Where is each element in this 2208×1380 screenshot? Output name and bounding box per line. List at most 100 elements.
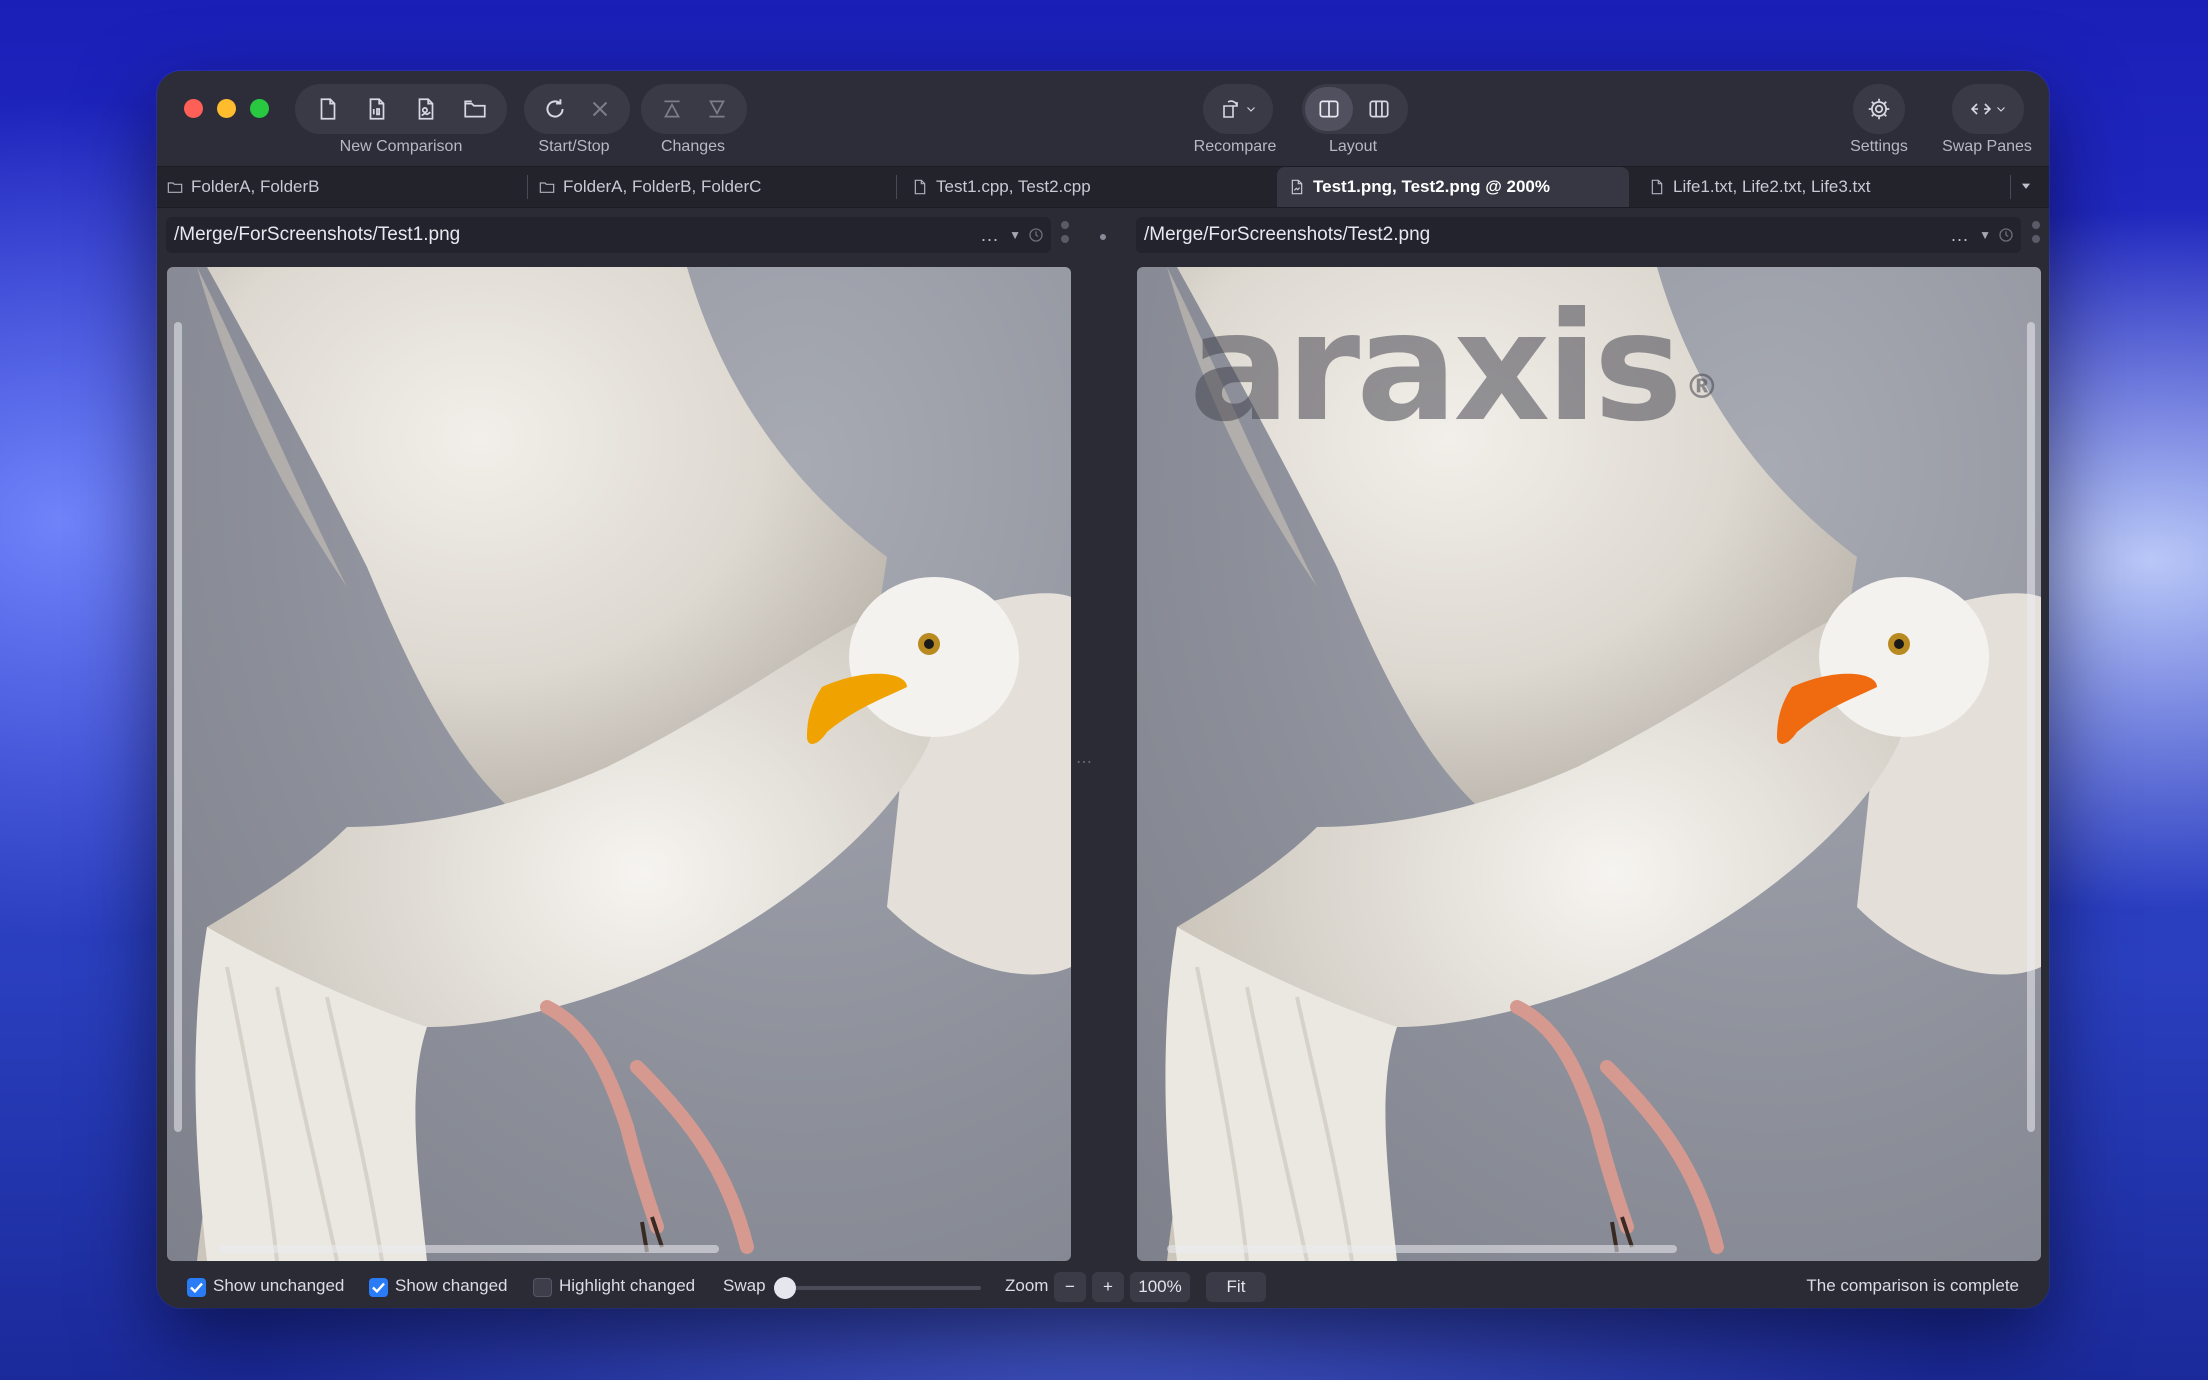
previous-change-icon (663, 100, 680, 118)
swap-icon (1970, 103, 1992, 115)
left-path-field[interactable]: /Merge/ForScreenshots/Test1.png ... ▼ (166, 217, 1051, 253)
folder-icon (167, 182, 183, 193)
tab-label: FolderA, FolderB (191, 177, 320, 196)
close-icon (592, 101, 607, 117)
swap-panes-label: Swap Panes (1942, 138, 2032, 155)
left-vertical-scrollbar[interactable] (174, 322, 182, 1132)
left-pane-grip[interactable] (1061, 221, 1071, 243)
tab-separator (896, 175, 897, 199)
gutter-handle[interactable]: ⋯ (1076, 752, 1093, 772)
tab-three-way-text-comparison[interactable]: Life1.txt, Life2.txt, Life3.txt (1639, 167, 2009, 207)
new-text-comparison-button[interactable] (303, 84, 352, 134)
tab-separator (527, 175, 528, 199)
tab-label: Test1.cpp, Test2.cpp (936, 177, 1091, 196)
two-pane-layout-icon (1319, 100, 1339, 118)
two-way-layout-button[interactable] (1305, 87, 1353, 131)
changes-group (641, 84, 747, 134)
recompare-label: Recompare (1193, 138, 1277, 155)
settings-group (1853, 84, 1905, 134)
swap-slider-knob[interactable] (774, 1277, 796, 1299)
three-way-layout-button[interactable] (1353, 84, 1405, 134)
right-pane-grip[interactable] (2032, 221, 2042, 243)
minimize-window-button[interactable] (217, 99, 236, 118)
binary-document-icon (369, 98, 384, 120)
recompare-button[interactable] (1209, 84, 1267, 134)
show-changed-label: Show changed (395, 1276, 508, 1295)
new-folder-comparison-button[interactable] (450, 84, 499, 134)
recompare-group (1203, 84, 1273, 134)
refresh-icon (545, 99, 564, 118)
app-window: New Comparison Start/Stop Changes Recomp… (157, 71, 2049, 1308)
left-browse-button[interactable]: ... (981, 225, 999, 246)
new-binary-comparison-button[interactable] (352, 84, 401, 134)
pane-divider-dot (1100, 234, 1106, 240)
pane-gutter[interactable]: ⋯ (1063, 267, 1103, 1261)
zoom-out-button[interactable]: − (1054, 1272, 1086, 1302)
swap-slider-track[interactable] (781, 1286, 981, 1290)
chevron-down-icon (1997, 107, 2005, 112)
settings-button[interactable] (1853, 84, 1905, 134)
settings-label: Settings (1850, 138, 1908, 155)
zoom-value-field[interactable]: 100% (1130, 1272, 1190, 1302)
start-stop-group (524, 84, 630, 134)
new-image-comparison-button[interactable] (401, 84, 450, 134)
gear-icon (1868, 98, 1890, 120)
right-horizontal-scrollbar[interactable] (1167, 1245, 1677, 1253)
start-stop-label: Start/Stop (538, 138, 610, 155)
image-document-icon (1291, 179, 1303, 195)
new-document-icon (320, 98, 335, 120)
left-horizontal-scrollbar[interactable] (219, 1245, 719, 1253)
stop-button[interactable] (577, 84, 622, 134)
recompare-icon (1223, 100, 1238, 118)
checkmark-icon (372, 1282, 385, 1294)
folder-icon (539, 182, 555, 193)
left-image-pane[interactable] (167, 267, 1071, 1261)
highlight-changed-checkbox[interactable] (533, 1278, 552, 1297)
tab-folder-comparison-1[interactable]: FolderA, FolderB (157, 167, 527, 207)
tab-label: Test1.png, Test2.png @ 200% (1313, 177, 1550, 196)
tab-separator (2010, 175, 2011, 199)
tab-overflow-button[interactable] (2019, 179, 2035, 195)
three-pane-layout-icon (1369, 100, 1389, 118)
toolbar: New Comparison Start/Stop Changes Recomp… (157, 71, 2049, 166)
tab-bar: FolderA, FolderB FolderA, FolderB, Folde… (157, 166, 2049, 208)
tab-image-comparison[interactable]: Test1.png, Test2.png @ 200% (1277, 167, 1629, 207)
checkmark-icon (190, 1282, 203, 1294)
swap-panes-button[interactable] (1958, 84, 2018, 134)
new-comparison-label: New Comparison (339, 138, 463, 155)
zoom-fit-button[interactable]: Fit (1206, 1272, 1266, 1302)
folder-icon (463, 100, 486, 118)
previous-change-button[interactable] (649, 84, 694, 134)
left-path-text: /Merge/ForScreenshots/Test1.png (174, 224, 461, 245)
right-vertical-scrollbar[interactable] (2027, 322, 2035, 1132)
chevron-down-icon (1247, 107, 1255, 112)
right-image-pane[interactable]: araxis ® (1137, 267, 2041, 1261)
next-change-button[interactable] (694, 84, 739, 134)
next-change-icon (708, 100, 725, 118)
tab-label: FolderA, FolderB, FolderC (563, 177, 762, 196)
right-browse-button[interactable]: ... (1951, 225, 1969, 246)
layout-group (1302, 84, 1408, 134)
show-changed-checkbox[interactable] (369, 1278, 388, 1297)
history-icon[interactable] (1027, 226, 1045, 244)
image-document-icon (418, 98, 433, 120)
seagull-image (195, 267, 1071, 1261)
document-icon (1651, 179, 1663, 195)
right-path-field[interactable]: /Merge/ForScreenshots/Test2.png ... ▼ (1136, 217, 2021, 253)
tab-text-comparison[interactable]: Test1.cpp, Test2.cpp (898, 167, 1268, 207)
start-button[interactable] (532, 84, 577, 134)
changes-label: Changes (660, 138, 726, 155)
right-path-text: /Merge/ForScreenshots/Test2.png (1144, 224, 1431, 245)
close-window-button[interactable] (184, 99, 203, 118)
zoom-window-button[interactable] (250, 99, 269, 118)
zoom-in-button[interactable]: + (1092, 1272, 1124, 1302)
show-unchanged-label: Show unchanged (213, 1276, 345, 1295)
left-history-dropdown[interactable]: ▼ (1009, 228, 1021, 242)
tab-folder-comparison-2[interactable]: FolderA, FolderB, FolderC (529, 167, 896, 207)
tab-label: Life1.txt, Life2.txt, Life3.txt (1673, 177, 1871, 196)
new-comparison-group (295, 84, 507, 134)
history-icon[interactable] (1997, 226, 2015, 244)
show-unchanged-checkbox[interactable] (187, 1278, 206, 1297)
right-history-dropdown[interactable]: ▼ (1979, 228, 1991, 242)
swap-panes-group (1952, 84, 2024, 134)
